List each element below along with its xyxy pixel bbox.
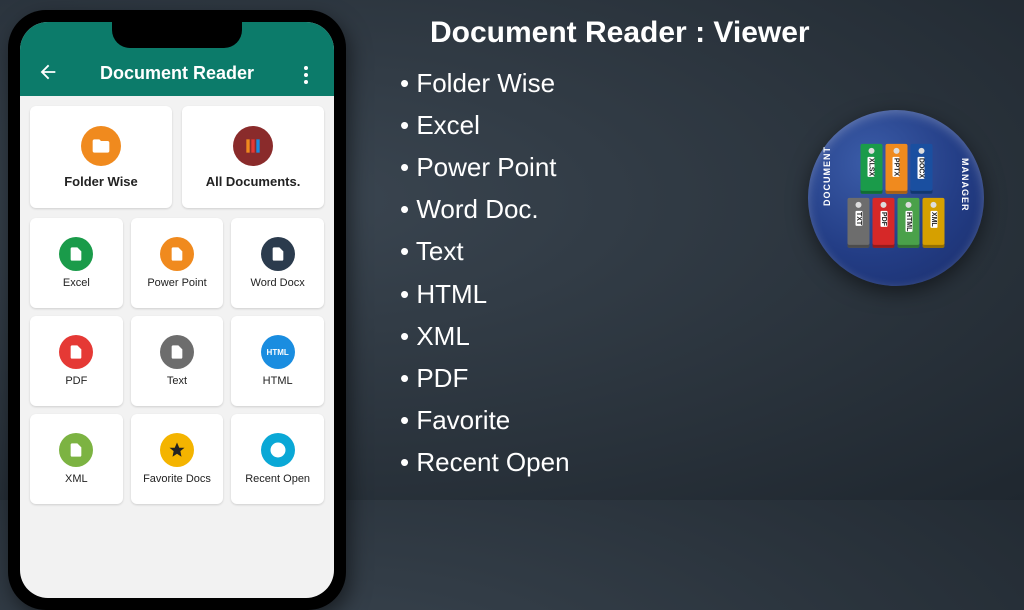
folder-wise-label: Folder Wise xyxy=(64,174,138,189)
feature-item: Text xyxy=(400,230,570,272)
binder-icon: XML xyxy=(923,198,945,248)
powerpoint-icon xyxy=(160,237,194,271)
xml-card[interactable]: XML xyxy=(30,414,123,504)
word-label: Word Docx xyxy=(251,277,305,289)
text-card[interactable]: Text xyxy=(131,316,224,406)
feature-item: Favorite xyxy=(400,399,570,441)
binder-icon: TXT xyxy=(848,198,870,248)
xml-icon xyxy=(59,433,93,467)
document-type-grid: Excel Power Point Word Docx PDF Text HTM… xyxy=(20,218,334,514)
favorite-label: Favorite Docs xyxy=(143,473,211,485)
feature-item: Power Point xyxy=(400,146,570,188)
back-icon[interactable] xyxy=(36,60,60,84)
top-cards-row: Folder Wise All Documents. xyxy=(20,96,334,218)
feature-list: Folder Wise Excel Power Point Word Doc. … xyxy=(400,62,570,483)
favorite-card[interactable]: Favorite Docs xyxy=(131,414,224,504)
excel-label: Excel xyxy=(63,277,90,289)
excel-icon xyxy=(59,237,93,271)
word-icon xyxy=(261,237,295,271)
text-label: Text xyxy=(167,375,187,387)
all-documents-label: All Documents. xyxy=(206,174,301,189)
app-badge: DOCUMENT MANAGER XLSXPPTXDOCX TXTPDFHTML… xyxy=(808,110,984,286)
html-card[interactable]: HTML HTML xyxy=(231,316,324,406)
excel-card[interactable]: Excel xyxy=(30,218,123,308)
folder-icon xyxy=(81,126,121,166)
app-title: Document Reader xyxy=(60,63,294,84)
feature-item: HTML xyxy=(400,273,570,315)
pdf-icon xyxy=(59,335,93,369)
phone-notch xyxy=(112,22,242,48)
star-icon xyxy=(160,433,194,467)
phone-screen: Document Reader Folder Wise All Document… xyxy=(20,22,334,598)
badge-right-text: MANAGER xyxy=(960,158,970,212)
binder-icon: PDF xyxy=(873,198,895,248)
badge-left-text: DOCUMENT xyxy=(822,146,832,206)
recent-label: Recent Open xyxy=(245,473,310,485)
more-icon[interactable] xyxy=(294,66,318,84)
html-label: HTML xyxy=(263,375,293,387)
binder-icon: XLSX xyxy=(860,144,882,194)
feature-item: Excel xyxy=(400,104,570,146)
recent-icon xyxy=(261,433,295,467)
text-icon xyxy=(160,335,194,369)
binder-icon: DOCX xyxy=(910,144,932,194)
feature-item: XML xyxy=(400,315,570,357)
pdf-card[interactable]: PDF xyxy=(30,316,123,406)
html-icon: HTML xyxy=(261,335,295,369)
all-documents-card[interactable]: All Documents. xyxy=(182,106,324,208)
feature-item: Recent Open xyxy=(400,441,570,483)
pdf-label: PDF xyxy=(65,375,87,387)
xml-label: XML xyxy=(65,473,88,485)
recent-card[interactable]: Recent Open xyxy=(231,414,324,504)
binder-icon: HTML xyxy=(898,198,920,248)
binder-icon: PPTX xyxy=(885,144,907,194)
phone-frame: Document Reader Folder Wise All Document… xyxy=(8,10,346,610)
page-title: Document Reader : Viewer xyxy=(430,16,810,50)
all-documents-icon xyxy=(233,126,273,166)
feature-item: PDF xyxy=(400,357,570,399)
feature-item: Word Doc. xyxy=(400,188,570,230)
word-card[interactable]: Word Docx xyxy=(231,218,324,308)
badge-binders: XLSXPPTXDOCX TXTPDFHTMLXML xyxy=(848,144,945,248)
feature-item: Folder Wise xyxy=(400,62,570,104)
powerpoint-card[interactable]: Power Point xyxy=(131,218,224,308)
folder-wise-card[interactable]: Folder Wise xyxy=(30,106,172,208)
powerpoint-label: Power Point xyxy=(147,277,206,289)
